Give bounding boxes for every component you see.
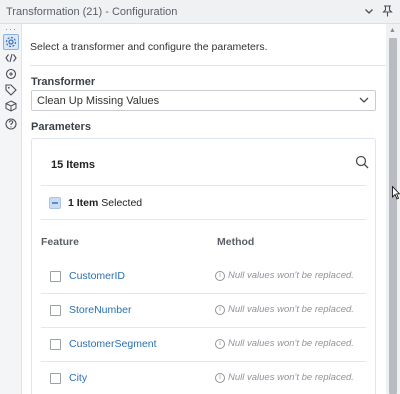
tag-icon[interactable]	[3, 82, 19, 98]
method-cell: i Null values won't be replaced.	[215, 338, 354, 349]
intro-text: Select a transformer and configure the p…	[30, 41, 268, 53]
scrollbar-thumb[interactable]	[389, 38, 397, 394]
row-checkbox[interactable]	[50, 373, 61, 384]
items-count: 15 Items	[51, 159, 96, 171]
transformer-label: Transformer	[31, 76, 96, 88]
code-icon[interactable]	[3, 50, 19, 66]
method-text: Null values won't be replaced.	[228, 304, 354, 315]
selection-summary: 1 Item Selected	[68, 197, 142, 209]
sync-icon[interactable]	[3, 66, 19, 82]
parameters-label: Parameters	[31, 121, 91, 133]
window-titlebar: Transformation (21) - Configuration	[0, 0, 400, 24]
more-dots-icon: ···	[5, 24, 17, 34]
feature-name[interactable]: StoreNumber	[69, 304, 131, 316]
selected-count: 1 Item	[68, 197, 99, 209]
info-icon: i	[215, 304, 225, 315]
help-icon[interactable]	[3, 116, 19, 132]
method-text: Null values won't be replaced.	[228, 270, 354, 281]
row-checkbox[interactable]	[50, 271, 61, 282]
info-icon: i	[215, 338, 225, 349]
gear-icon[interactable]	[3, 34, 19, 50]
table-row[interactable]: CustomerID i Null values won't be replace…	[41, 260, 366, 294]
method-text: Null values won't be replaced.	[228, 338, 354, 349]
transformer-select[interactable]: Clean Up Missing Values	[31, 90, 376, 111]
method-text: Null values won't be replaced.	[228, 372, 354, 383]
left-toolbar: ···	[0, 24, 22, 394]
transformer-selected-value: Clean Up Missing Values	[37, 95, 160, 107]
selection-summary-row: 1 Item Selected	[41, 185, 366, 220]
scroll-up-arrow-icon[interactable]: ▲	[389, 27, 396, 34]
column-header-feature: Feature	[41, 236, 79, 248]
parameters-panel: 15 Items 1 Item Selected Feature Method …	[31, 138, 376, 394]
method-cell: i Null values won't be replaced.	[215, 270, 354, 281]
chevron-down-icon[interactable]	[362, 4, 376, 18]
method-cell: i Null values won't be replaced.	[215, 372, 354, 383]
method-cell: i Null values won't be replaced.	[215, 304, 354, 315]
select-all-checkbox[interactable]	[49, 197, 61, 209]
info-icon: i	[215, 270, 225, 281]
column-header-method: Method	[217, 236, 255, 248]
divider	[30, 65, 398, 66]
feature-name[interactable]: City	[69, 372, 87, 384]
row-checkbox[interactable]	[50, 305, 61, 316]
window-title: Transformation (21) - Configuration	[6, 6, 178, 18]
feature-name[interactable]: CustomerSegment	[69, 338, 157, 350]
chevron-down-icon	[358, 94, 370, 109]
configuration-content: Select a transformer and configure the p…	[22, 24, 398, 394]
selected-suffix: Selected	[101, 197, 143, 209]
table-row[interactable]: City i Null values won't be replaced.	[41, 362, 366, 394]
table-row[interactable]: CustomerSegment i Null values won't be re…	[41, 328, 366, 362]
cube-icon[interactable]	[3, 98, 19, 114]
pin-icon[interactable]	[380, 4, 394, 18]
feature-name[interactable]: CustomerID	[69, 270, 125, 282]
row-checkbox[interactable]	[50, 339, 61, 350]
mouse-cursor-icon	[392, 185, 400, 203]
info-icon: i	[215, 372, 225, 383]
search-icon[interactable]	[355, 155, 369, 172]
table-row[interactable]: StoreNumber i Null values won't be replac…	[41, 294, 366, 328]
